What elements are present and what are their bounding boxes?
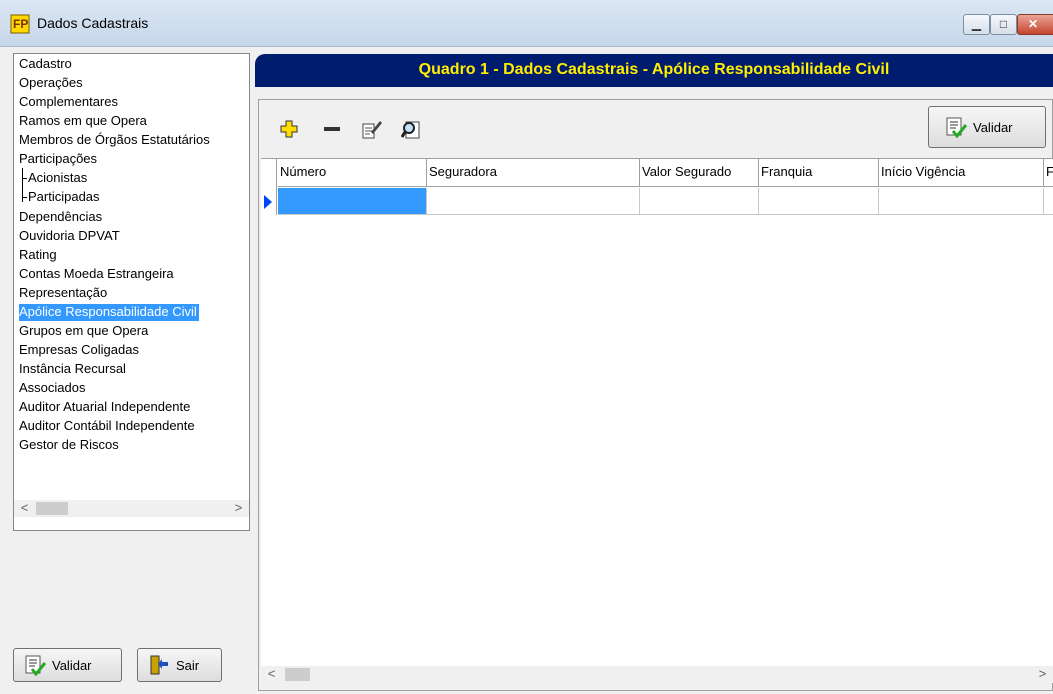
sair-button-label: Sair	[176, 657, 200, 673]
grid-cell-seguradora[interactable]	[427, 188, 640, 215]
search-icon[interactable]	[400, 118, 422, 140]
add-icon[interactable]	[278, 118, 300, 140]
form-header: Quadro 1 - Dados Cadastrais - Apólice Re…	[255, 54, 1053, 87]
column-header-valor-segurado[interactable]: Valor Segurado	[640, 159, 759, 187]
column-header-inicio-vigencia[interactable]: Início Vigência	[879, 159, 1044, 187]
tree-item-cadastro[interactable]: Cadastro	[19, 56, 74, 73]
close-button[interactable]: ✕	[1017, 14, 1053, 35]
tree-item-participadas[interactable]: Participadas	[28, 189, 102, 206]
tree-item-complementares[interactable]: Complementares	[19, 94, 120, 111]
validate-icon	[946, 117, 967, 138]
app-logo-icon: FP	[10, 14, 30, 34]
tree-item-grupos[interactable]: Grupos em que Opera	[19, 323, 150, 340]
tree-item-ramos[interactable]: Ramos em que Opera	[19, 113, 149, 130]
column-header-partial[interactable]: F	[1044, 159, 1053, 187]
title-bar: FP Dados Cadastrais ▁ □ ✕	[0, 0, 1053, 47]
tree-item-ouvidoria[interactable]: Ouvidoria DPVAT	[19, 228, 122, 245]
scroll-left-icon[interactable]: <	[16, 500, 33, 517]
tree-item-rating[interactable]: Rating	[19, 247, 59, 264]
close-icon: ✕	[1027, 17, 1039, 31]
scroll-right-icon[interactable]: >	[1034, 666, 1051, 683]
column-header-numero[interactable]: Número	[278, 159, 427, 187]
window-title: Dados Cadastrais	[37, 15, 149, 31]
remove-icon[interactable]	[321, 118, 343, 140]
tree-item-empresas-coligadas[interactable]: Empresas Coligadas	[19, 342, 141, 359]
tree-connector	[22, 178, 27, 179]
tree-item-instancia[interactable]: Instância Recursal	[19, 361, 128, 378]
data-grid[interactable]: Número Seguradora Valor Segurado Franqui…	[261, 158, 1053, 666]
tree-connector	[22, 197, 27, 198]
svg-text:FP: FP	[13, 17, 28, 31]
tree-horizontal-scrollbar[interactable]: < >	[14, 500, 249, 517]
tree-item-auditor-atuarial[interactable]: Auditor Atuarial Independente	[19, 399, 192, 416]
tree-item-representacao[interactable]: Representação	[19, 285, 109, 302]
tree-item-associados[interactable]: Associados	[19, 380, 87, 397]
column-header-seguradora[interactable]: Seguradora	[427, 159, 640, 187]
grid-cell-numero[interactable]	[278, 188, 427, 215]
tree-item-gestor-riscos[interactable]: Gestor de Riscos	[19, 437, 121, 454]
scroll-thumb[interactable]	[36, 502, 68, 515]
exit-door-icon	[150, 655, 168, 675]
form-title: Quadro 1 - Dados Cadastrais - Apólice Re…	[418, 61, 890, 78]
grid-cell-franquia[interactable]	[759, 188, 879, 215]
tree-item-auditor-contabil[interactable]: Auditor Contábil Independente	[19, 418, 197, 435]
scroll-thumb[interactable]	[285, 668, 310, 681]
validar-button[interactable]: Validar	[13, 648, 122, 682]
navigation-tree[interactable]: Cadastro Operações Complementares Ramos …	[13, 53, 250, 531]
sair-button[interactable]: Sair	[137, 648, 222, 682]
minimize-button[interactable]: ▁	[963, 14, 990, 35]
validar-top-label: Validar	[973, 119, 1013, 135]
tree-item-operacoes[interactable]: Operações	[19, 75, 85, 92]
row-indicator-column	[261, 159, 277, 215]
grid-horizontal-scrollbar[interactable]: < >	[261, 666, 1053, 683]
tree-item-dependencias[interactable]: Dependências	[19, 209, 104, 226]
scroll-left-icon[interactable]: <	[263, 666, 280, 683]
validar-button-label: Validar	[52, 657, 92, 673]
tree-item-participacoes[interactable]: Participações	[19, 151, 99, 168]
grid-cell-partial[interactable]	[1044, 188, 1053, 215]
current-row-arrow-icon	[264, 195, 272, 209]
validate-icon	[25, 655, 46, 676]
column-header-franquia[interactable]: Franquia	[759, 159, 879, 187]
tree-item-acionistas[interactable]: Acionistas	[28, 170, 89, 187]
minimize-icon: ▁	[971, 17, 982, 31]
scroll-right-icon[interactable]: >	[230, 500, 247, 517]
tree-item-apolice[interactable]: Apólice Responsabilidade Civil	[19, 304, 199, 321]
grid-cell-inicio-vigencia[interactable]	[879, 188, 1044, 215]
tree-item-contas-moeda[interactable]: Contas Moeda Estrangeira	[19, 266, 176, 283]
grid-cell-valor-segurado[interactable]	[640, 188, 759, 215]
validar-top-button[interactable]: Validar	[928, 106, 1046, 148]
edit-icon[interactable]	[361, 118, 383, 140]
tree-item-membros[interactable]: Membros de Órgãos Estatutários	[19, 132, 212, 149]
